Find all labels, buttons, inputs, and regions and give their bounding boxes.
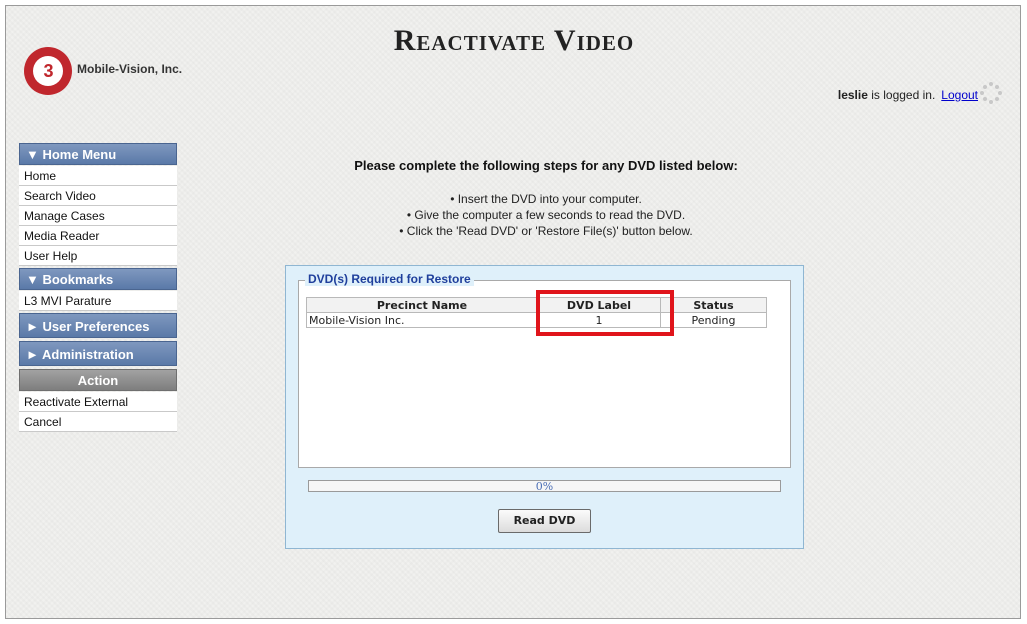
sidebar-item-cancel[interactable]: Cancel: [19, 412, 177, 432]
instructions-list: • Insert the DVD into your computer. • G…: [6, 191, 1027, 239]
restore-progress-bar: 0%: [308, 480, 781, 493]
read-dvd-button[interactable]: Read DVD: [498, 509, 591, 533]
sidebar-header-user-preferences[interactable]: ► User Preferences: [19, 313, 177, 338]
instruction-step: • Give the computer a few seconds to rea…: [406, 208, 686, 222]
sidebar-header-action: Action: [19, 369, 177, 391]
logo-text: Mobile-Vision, Inc.: [77, 62, 183, 76]
loading-spinner-icon: [980, 82, 1002, 104]
instruction-step: • Insert the DVD into your computer.: [450, 192, 642, 206]
instructions-title: Please complete the following steps for …: [354, 158, 738, 173]
cell-precinct-name: Mobile-Vision Inc.: [306, 312, 538, 328]
sidebar-item-user-help[interactable]: User Help: [19, 246, 177, 266]
cell-status: Pending: [660, 312, 767, 328]
sidebar-item-l3-mvi-parature[interactable]: L3 MVI Parature: [19, 291, 177, 311]
sidebar-header-bookmarks[interactable]: ▼ Bookmarks: [19, 268, 177, 290]
column-header-status: Status: [660, 297, 767, 313]
sidebar: ▼ Home Menu Home Search Video Manage Cas…: [19, 143, 177, 432]
sidebar-header-administration[interactable]: ► Administration: [19, 341, 177, 366]
sidebar-item-reactivate-external[interactable]: Reactivate External: [19, 392, 177, 412]
column-header-precinct-name: Precinct Name: [306, 297, 538, 313]
dvd-label-highlight-box: [536, 290, 674, 336]
login-status: leslie is logged in. Logout: [838, 88, 978, 102]
instruction-step: • Click the 'Read DVD' or 'Restore File(…: [399, 224, 693, 238]
page-title: Reactivate Video: [393, 24, 635, 57]
logged-in-text: is logged in.: [867, 88, 936, 102]
logout-link[interactable]: Logout: [941, 88, 978, 102]
username: leslie: [837, 88, 868, 102]
fieldset-legend: DVD(s) Required for Restore: [305, 272, 474, 286]
progress-text: 0%: [535, 480, 554, 493]
app-frame: 3 Mobile-Vision, Inc. Reactivate Video l…: [5, 5, 1021, 619]
logo-mark-number: 3: [33, 56, 63, 86]
